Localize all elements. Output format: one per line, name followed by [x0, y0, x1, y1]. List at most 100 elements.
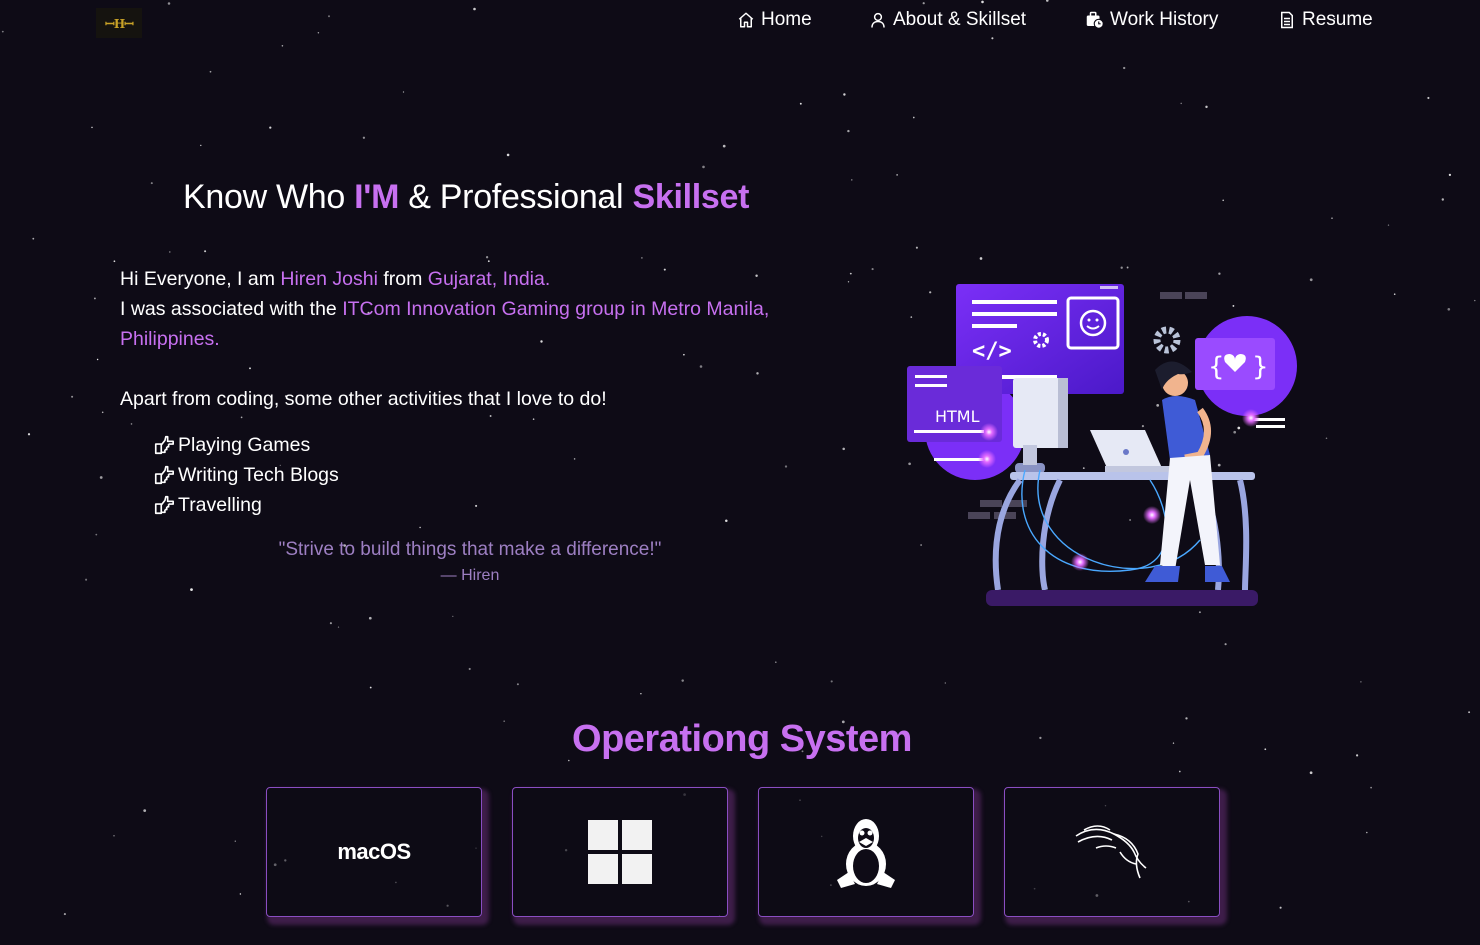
- star: [784, 465, 788, 468]
- star: [204, 250, 207, 253]
- star: [362, 136, 366, 139]
- os-card-kali-linux[interactable]: [1004, 787, 1220, 917]
- star: [200, 144, 202, 147]
- star: [1120, 266, 1123, 269]
- star: [63, 913, 66, 916]
- author-name: Hiren Joshi: [280, 268, 378, 290]
- star: [101, 411, 104, 414]
- star: [1393, 293, 1396, 296]
- star: [93, 297, 96, 300]
- nav-work-history-label: Work History: [1110, 9, 1219, 30]
- list-item: Playing Games: [153, 430, 339, 460]
- svg-text:}: }: [1252, 352, 1269, 382]
- star: [281, 45, 284, 47]
- star: [506, 153, 510, 157]
- briefcase-clock-icon: [1086, 11, 1104, 29]
- star: [722, 144, 726, 148]
- developer-illustration: </> HTML { }: [907, 284, 1297, 606]
- star: [143, 809, 147, 812]
- star: [71, 395, 74, 398]
- star: [1331, 217, 1333, 219]
- star: [775, 661, 777, 663]
- user-icon: [871, 12, 885, 28]
- os-section-title: Operationg System: [572, 718, 912, 760]
- star: [1178, 770, 1181, 773]
- intro-line-2: I was associated with the ITCom Innovati…: [120, 298, 770, 350]
- about-heading: Know Who I'M & Professional Skillset: [183, 178, 749, 217]
- star: [1180, 102, 1182, 105]
- nav-resume-label: Resume: [1302, 9, 1373, 30]
- star: [485, 256, 489, 259]
- svg-text:</>: </>: [972, 339, 1012, 364]
- star: [95, 533, 98, 536]
- star: [150, 182, 153, 185]
- windows-logo-icon: [588, 820, 652, 884]
- site-logo[interactable]: ꟷHꟷ: [96, 8, 142, 38]
- star: [130, 423, 133, 425]
- star: [113, 260, 116, 263]
- star: [113, 834, 115, 837]
- star: [573, 458, 576, 460]
- nav-home-label: Home: [761, 9, 812, 30]
- nav-resume[interactable]: Resume: [1278, 9, 1373, 31]
- star: [681, 679, 684, 682]
- quote-author: — Hiren: [440, 567, 500, 584]
- star: [1387, 224, 1390, 226]
- os-card-macos[interactable]: macOS: [266, 787, 482, 917]
- star: [190, 588, 193, 591]
- star: [402, 91, 405, 93]
- nav-about[interactable]: About & Skillset: [869, 9, 1026, 31]
- star: [1447, 307, 1451, 311]
- list-item: Travelling: [153, 490, 339, 520]
- heading-highlight-skillset: Skillset: [632, 178, 750, 216]
- star: [725, 519, 728, 523]
- heading-text-2: & Professional: [399, 178, 633, 216]
- star: [915, 246, 918, 249]
- star: [489, 415, 492, 417]
- star: [842, 447, 845, 451]
- hobbies-intro: Apart from coding, some other activities…: [120, 388, 607, 410]
- heading-text-1: Know Who: [183, 178, 355, 216]
- intro-line-1: Hi Everyone, I am Hiren Joshi from Gujar…: [120, 268, 551, 290]
- star: [1448, 173, 1452, 177]
- star: [1360, 681, 1362, 683]
- nav-work-history[interactable]: Work History: [1086, 9, 1218, 31]
- html-label: HTML: [935, 407, 980, 426]
- star: [239, 893, 242, 895]
- linux-tux-icon: [837, 819, 895, 888]
- quote-text: "Strive to build things that make a diff…: [278, 539, 662, 560]
- os-card-linux[interactable]: [758, 787, 974, 917]
- star: [1224, 643, 1227, 646]
- star: [475, 504, 478, 507]
- star: [1441, 198, 1445, 201]
- star: [1427, 96, 1430, 100]
- document-icon: [1281, 11, 1293, 29]
- star: [516, 683, 519, 686]
- kali-linux-dragon-icon: [1075, 825, 1147, 879]
- star: [799, 102, 802, 105]
- list-item: Writing Tech Blogs: [153, 460, 339, 490]
- star: [847, 281, 850, 283]
- star: [830, 680, 833, 683]
- star: [1474, 299, 1476, 302]
- activities-list: Playing Games Writing Tech Blogs Travell…: [153, 430, 339, 520]
- star: [99, 476, 103, 479]
- star: [452, 615, 454, 618]
- star: [1309, 771, 1313, 775]
- star: [702, 165, 705, 169]
- star: [240, 416, 243, 419]
- star: [1218, 272, 1221, 275]
- star: [896, 174, 898, 176]
- os-card-windows[interactable]: [512, 787, 728, 917]
- star: [32, 237, 35, 240]
- star: [640, 693, 642, 695]
- star: [1468, 711, 1471, 714]
- star: [849, 272, 852, 275]
- star: [27, 433, 31, 436]
- pointing-hand-icon: [154, 495, 174, 515]
- svg-text:{: {: [1208, 352, 1225, 382]
- star: [944, 682, 946, 684]
- nav-home[interactable]: Home: [737, 9, 812, 31]
- star: [851, 179, 853, 181]
- star: [1222, 199, 1224, 202]
